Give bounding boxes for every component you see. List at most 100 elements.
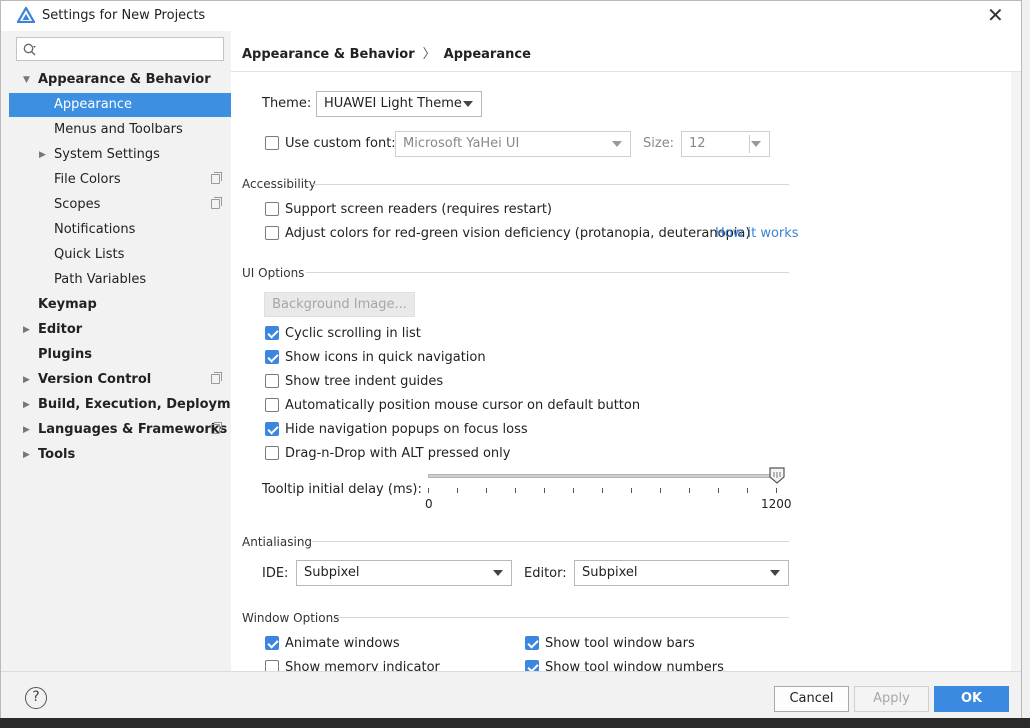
chevron-right-icon: ▶	[23, 425, 30, 435]
tool-window-bars-label: Show tool window bars	[545, 636, 695, 651]
cyclic-scrolling-checkbox[interactable]	[265, 326, 279, 340]
tooltip-delay-slider[interactable]	[428, 474, 778, 478]
use-custom-font-checkbox[interactable]	[265, 136, 279, 150]
section-divider	[306, 272, 789, 273]
breadcrumb-parent[interactable]: Appearance & Behavior	[242, 47, 415, 62]
search-input[interactable]	[16, 37, 224, 61]
slider-tick	[747, 488, 748, 493]
background-window	[1022, 0, 1030, 728]
how-it-works-link[interactable]: How it works	[715, 226, 799, 241]
slider-tick	[631, 488, 632, 493]
slider-tick	[515, 488, 516, 493]
sidebar-item-languages-frameworks[interactable]: ▶ Languages & Frameworks	[9, 418, 231, 442]
sidebar-item-quick-lists[interactable]: Quick Lists	[9, 243, 231, 267]
dropdown-arrow-icon	[493, 570, 503, 576]
slider-tick	[689, 488, 690, 493]
breadcrumb: Appearance & Behavior 〉 Appearance	[242, 43, 531, 62]
tree-indent-label: Show tree indent guides	[285, 374, 444, 389]
show-icons-checkbox[interactable]	[265, 350, 279, 364]
adjust-colors-label: Adjust colors for red-green vision defic…	[285, 226, 751, 241]
project-settings-icon	[211, 372, 222, 384]
tool-window-bars-checkbox[interactable]	[525, 636, 539, 650]
chevron-right-icon: ▶	[23, 325, 30, 335]
sidebar-item-notifications[interactable]: Notifications	[9, 218, 231, 242]
drag-drop-label: Drag-n-Drop with ALT pressed only	[285, 446, 511, 461]
window-title: Settings for New Projects	[42, 8, 206, 23]
breadcrumb-separator: 〉	[422, 47, 436, 62]
sidebar-item-keymap[interactable]: Keymap	[9, 293, 231, 317]
project-settings-icon	[211, 197, 222, 209]
dropdown-arrow-icon	[463, 101, 473, 107]
drag-drop-checkbox[interactable]	[265, 446, 279, 460]
slider-tick	[544, 488, 545, 493]
sidebar-item-appearance[interactable]: Appearance	[9, 93, 231, 117]
sidebar-item-build-execution[interactable]: ▶ Build, Execution, Deployment	[9, 393, 255, 417]
sidebar-item-path-variables[interactable]: Path Variables	[9, 268, 231, 292]
app-logo-icon	[16, 5, 36, 27]
accessibility-header: Accessibility	[242, 177, 316, 191]
close-icon[interactable]: ✕	[987, 3, 1004, 27]
ide-aa-value: Subpixel	[304, 565, 360, 580]
slider-thumb[interactable]	[769, 467, 785, 488]
scrollbar[interactable]	[1011, 72, 1021, 672]
chevron-right-icon: ▶	[23, 400, 30, 410]
chevron-right-icon: ▶	[23, 450, 30, 460]
auto-mouse-checkbox[interactable]	[265, 398, 279, 412]
adjust-colors-checkbox[interactable]	[265, 226, 279, 240]
tree-indent-checkbox[interactable]	[265, 374, 279, 388]
dropdown-arrow-icon	[770, 570, 780, 576]
animate-windows-checkbox[interactable]	[265, 636, 279, 650]
slider-tick	[776, 488, 777, 493]
sidebar-item-system-settings[interactable]: ▶ System Settings	[9, 143, 231, 167]
sidebar-item-file-colors[interactable]: File Colors	[9, 168, 231, 192]
animate-windows-label: Animate windows	[285, 636, 400, 651]
slider-tick	[573, 488, 574, 493]
cancel-button[interactable]: Cancel	[774, 686, 849, 712]
title-bar: Settings for New Projects ✕	[1, 1, 1021, 31]
sidebar-item-version-control[interactable]: ▶ Version Control	[9, 368, 231, 392]
sidebar-item-appearance-behavior[interactable]: ▼ Appearance & Behavior	[9, 68, 231, 92]
chevron-down-icon: ▼	[23, 75, 30, 85]
help-icon[interactable]: ?	[25, 687, 47, 709]
ui-options-header: UI Options	[242, 266, 305, 280]
section-divider	[312, 541, 789, 542]
dropdown-arrow-icon	[612, 141, 622, 147]
slider-tick	[602, 488, 603, 493]
settings-dialog: Settings for New Projects ✕ ▼ Appearance…	[0, 0, 1022, 719]
font-size-select[interactable]: 12	[681, 131, 770, 157]
settings-content: Appearance & Behavior 〉 Appearance Theme: …	[231, 31, 1021, 675]
sidebar-item-editor[interactable]: ▶ Editor	[9, 318, 231, 342]
editor-aa-value: Subpixel	[582, 565, 638, 580]
tooltip-min-label: 0	[425, 497, 433, 511]
sidebar-item-scopes[interactable]: Scopes	[9, 193, 231, 217]
theme-select[interactable]: HUAWEI Light Theme	[316, 91, 482, 117]
background-image-button[interactable]: Background Image...	[264, 292, 415, 317]
ok-button[interactable]: OK	[934, 686, 1009, 712]
antialiasing-header: Antialiasing	[242, 535, 313, 549]
section-divider	[336, 617, 789, 618]
window-options-header: Window Options	[242, 611, 340, 625]
apply-button[interactable]: Apply	[854, 686, 929, 712]
hide-popups-checkbox[interactable]	[265, 422, 279, 436]
screen-readers-label: Support screen readers (requires restart…	[285, 202, 552, 217]
tooltip-delay-label: Tooltip initial delay (ms):	[262, 482, 422, 497]
sidebar-item-menus-toolbars[interactable]: Menus and Toolbars	[9, 118, 231, 142]
slider-tick	[718, 488, 719, 493]
auto-mouse-label: Automatically position mouse cursor on d…	[285, 398, 641, 413]
use-custom-font-label: Use custom font:	[285, 136, 396, 151]
hide-popups-label: Hide navigation popups on focus loss	[285, 422, 528, 437]
ide-antialiasing-select[interactable]: Subpixel	[296, 560, 512, 586]
search-icon	[23, 43, 36, 56]
sidebar-item-plugins[interactable]: Plugins	[9, 343, 231, 367]
project-settings-icon	[211, 172, 222, 184]
slider-tick	[457, 488, 458, 493]
editor-antialiasing-select[interactable]: Subpixel	[574, 560, 789, 586]
sidebar-item-tools[interactable]: ▶ Tools	[9, 443, 231, 467]
screen-readers-checkbox[interactable]	[265, 202, 279, 216]
slider-tick	[660, 488, 661, 493]
dialog-footer: ? Cancel Apply OK	[1, 671, 1021, 719]
cyclic-scrolling-label: Cyclic scrolling in list	[285, 326, 421, 341]
font-size-label: Size:	[643, 136, 675, 151]
font-select[interactable]: Microsoft YaHei UI	[395, 131, 631, 157]
settings-sidebar: ▼ Appearance & Behavior Appearance Menus…	[1, 31, 255, 671]
